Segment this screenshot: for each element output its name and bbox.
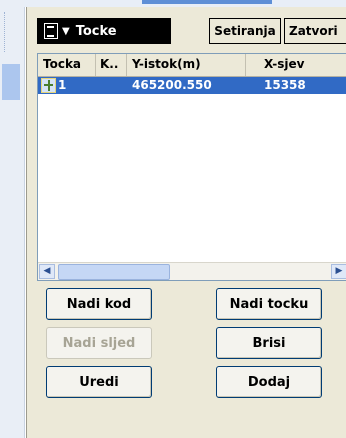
window-title: Tocke: [75, 23, 117, 39]
nadi-sljed-button: Nadi sljed: [46, 327, 152, 359]
column-header-kod[interactable]: K..: [96, 54, 127, 76]
chevron-down-icon: ▼: [62, 25, 70, 37]
cell-kod: [100, 77, 124, 94]
column-header-y-istok[interactable]: Y-istok(m): [127, 54, 246, 76]
point-icon: [41, 78, 56, 93]
arrow-right-icon[interactable]: ▶: [331, 264, 346, 279]
table-row[interactable]: 1 465200.550 15358: [38, 77, 346, 94]
tocke-panel: ▼ Tocke Setiranja Zatvori Tocka K.. Y-is…: [26, 7, 346, 438]
zatvori-button[interactable]: Zatvori: [284, 18, 346, 44]
nadi-tocku-button[interactable]: Nadi tocku: [216, 288, 322, 320]
cell-tocka: 1: [58, 78, 67, 92]
uredi-button[interactable]: Uredi: [46, 366, 152, 398]
column-header-tocka[interactable]: Tocka: [38, 54, 96, 76]
table-header: Tocka K.. Y-istok(m) X-sjev: [38, 54, 346, 77]
points-table[interactable]: Tocka K.. Y-istok(m) X-sjev 1 465200.550…: [37, 53, 346, 281]
cell-y-istok: 465200.550: [132, 78, 212, 92]
setiranja-button[interactable]: Setiranja: [209, 18, 281, 44]
toolbar: ▼ Tocke Setiranja Zatvori: [35, 15, 346, 46]
column-header-x-sjever[interactable]: X-sjev: [246, 54, 346, 76]
brisi-button[interactable]: Brisi: [216, 327, 322, 359]
top-accent-bar: [142, 0, 272, 4]
cell-x-sjever: 15358: [264, 78, 306, 92]
grip-strip: [4, 12, 19, 52]
dodaj-button[interactable]: Dodaj: [216, 366, 322, 398]
nadi-kod-button[interactable]: Nadi kod: [46, 288, 152, 320]
horizontal-scrollbar[interactable]: ◀ ▶: [38, 262, 346, 280]
scrollbar-thumb[interactable]: [58, 264, 170, 280]
left-accent: [2, 64, 20, 100]
arrow-left-icon[interactable]: ◀: [39, 264, 55, 279]
menu-icon: [44, 23, 58, 39]
left-edge-strip: [0, 0, 25, 438]
top-edge-strip: [24, 0, 346, 7]
menu-button[interactable]: ▼ Tocke: [37, 18, 171, 44]
